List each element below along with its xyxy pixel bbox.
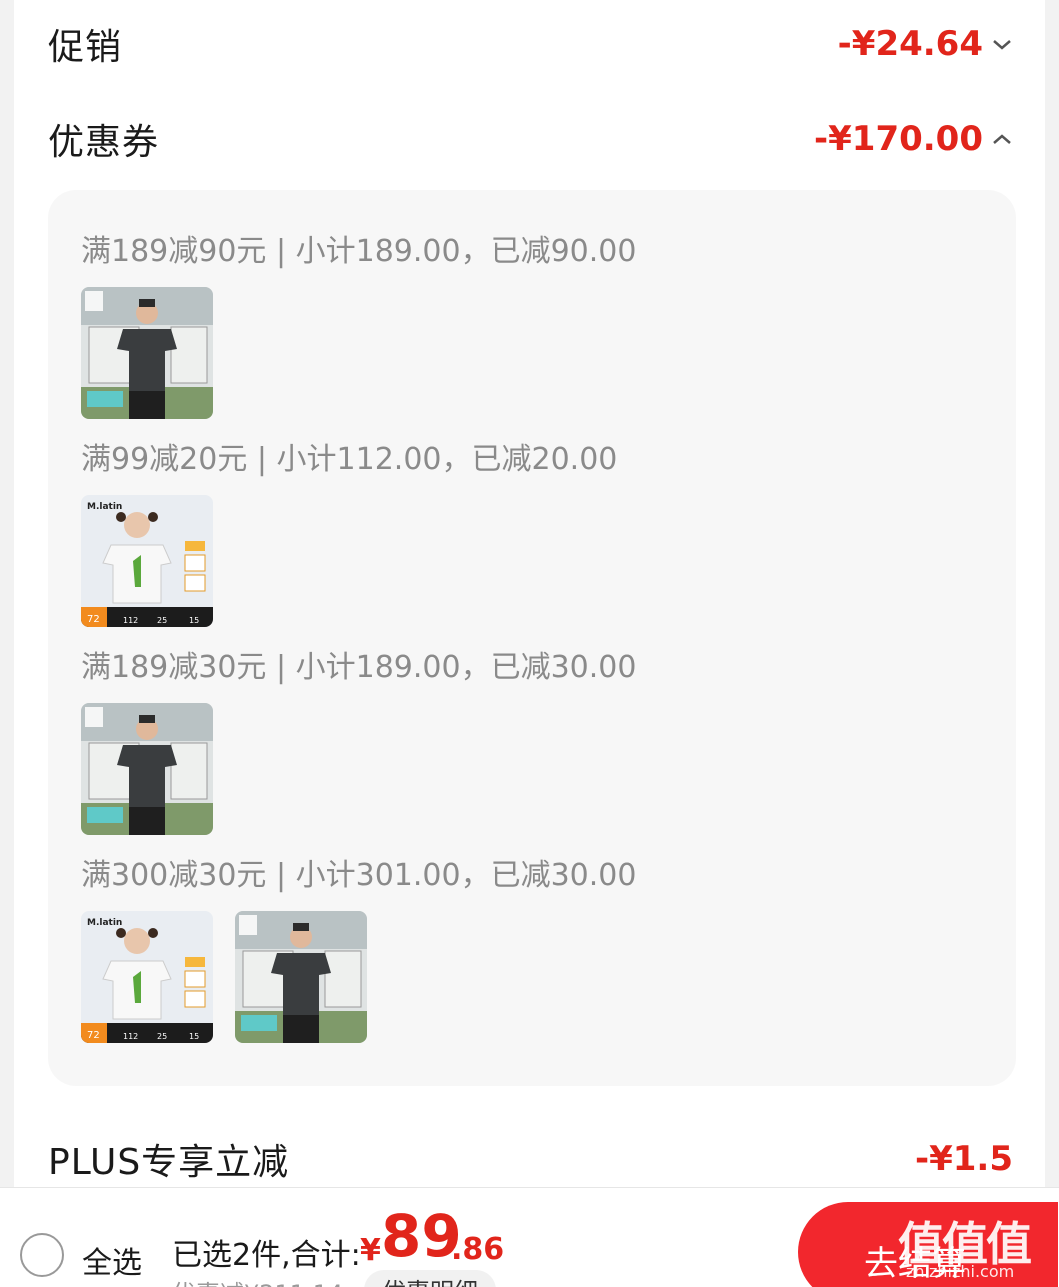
plus-discount-label: PLUS专享立减: [48, 1142, 290, 1183]
stat-1: 112: [123, 1032, 138, 1041]
coupon-label: 优惠券: [48, 122, 160, 163]
select-all-label[interactable]: 全选: [82, 1238, 142, 1282]
stat-3: 15: [189, 1032, 199, 1041]
order-summary-card: 促销 -¥24.64 优惠券 -¥170.00 满189减90元 | 小计189…: [14, 0, 1045, 1200]
total-price-integer: 89: [381, 1202, 462, 1270]
coupon-group-2-text: 满99减20元 | 小计112.00，已减20.00: [81, 442, 618, 477]
plus-discount-row: PLUS专享立减 -¥1.5: [48, 1133, 1013, 1185]
brand-label: M.latin: [87, 918, 122, 928]
coupon-detail-panel: 满189减90元 | 小计189.00，已减90.00 满99减20元 | 小计…: [48, 190, 1016, 1086]
selection-summary: 已选2件,合计:: [172, 1238, 361, 1273]
stat-3: 15: [189, 616, 199, 625]
promo-amount: -¥24.64: [838, 24, 1013, 64]
promo-row[interactable]: 促销 -¥24.64: [48, 18, 1013, 70]
promo-amount-value: -¥24.64: [837, 24, 983, 64]
coupon-row[interactable]: 优惠券 -¥170.00: [48, 113, 1013, 165]
product-thumb-girl[interactable]: M.latin 72 112 25 15: [81, 495, 213, 627]
coupon-group-4-text: 满300减30元 | 小计301.00，已减30.00: [81, 858, 637, 893]
chevron-down-icon[interactable]: [991, 33, 1013, 55]
stat-2: 25: [157, 616, 167, 625]
total-price-decimal: .86: [451, 1232, 505, 1267]
product-thumb-boy[interactable]: [235, 911, 367, 1043]
stat-2: 25: [157, 1032, 167, 1041]
watermark-url: zhizhizhi.com: [906, 1262, 1015, 1281]
promo-label: 促销: [48, 27, 123, 68]
product-thumb-boy[interactable]: [81, 287, 213, 419]
coupon-group-1-text: 满189减90元 | 小计189.00，已减90.00: [81, 234, 637, 269]
price-badge: 72: [87, 614, 100, 625]
price-badge: 72: [87, 1030, 100, 1041]
stat-1: 112: [123, 616, 138, 625]
coupon-amount: -¥170.00: [814, 119, 1013, 159]
product-thumb-girl[interactable]: M.latin 72 112 25 15: [81, 911, 213, 1043]
coupon-group-3-text: 满189减30元 | 小计189.00，已减30.00: [81, 650, 637, 685]
discount-total-text: 优惠减¥211.14: [172, 1274, 343, 1287]
plus-discount-amount: -¥1.5: [915, 1139, 1013, 1179]
discount-detail-button[interactable]: 优惠明细: [364, 1270, 496, 1287]
select-all-checkbox[interactable]: [20, 1233, 64, 1277]
coupon-amount-value: -¥170.00: [814, 119, 983, 159]
brand-label: M.latin: [87, 502, 122, 512]
total-price-symbol: ¥: [360, 1233, 381, 1268]
product-thumb-boy[interactable]: [81, 703, 213, 835]
chevron-up-icon[interactable]: [991, 128, 1013, 150]
